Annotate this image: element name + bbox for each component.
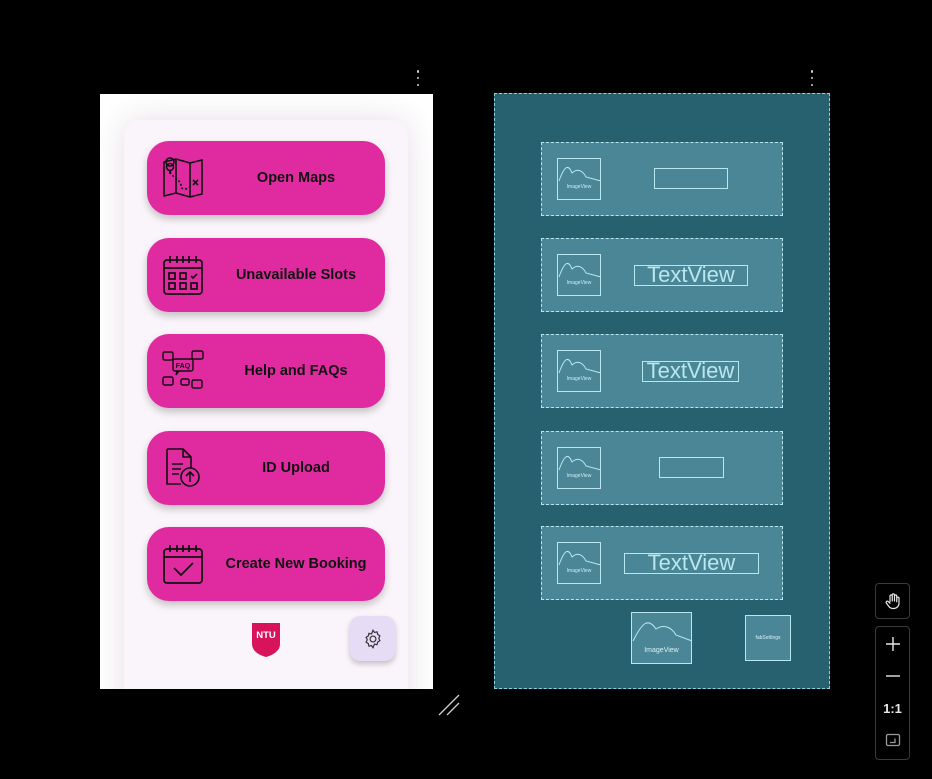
blueprint-fab-settings[interactable]: fabSettings [745, 615, 791, 661]
id-upload-button[interactable]: ID Upload [147, 431, 385, 505]
help-and-faqs-button[interactable]: FAQ Help and FAQs [147, 334, 385, 408]
imageview-label: ImageView [566, 184, 592, 190]
blueprint-row[interactable]: ImageView TextView [541, 334, 783, 408]
create-new-booking-button[interactable]: Create New Booking [147, 527, 385, 601]
resize-handle-icon[interactable] [438, 694, 460, 716]
image-placeholder-icon [558, 358, 602, 374]
imageview-label: ImageView [566, 280, 592, 286]
blueprint-row[interactable]: ImageView [541, 142, 783, 216]
imageview-label: ImageView [644, 647, 679, 654]
plus-icon [885, 637, 900, 651]
design-preview: Open Maps Unavailable Slots FAQ Help and… [100, 94, 433, 689]
pan-tool-box [875, 583, 910, 619]
image-placeholder-icon [632, 622, 693, 642]
blueprint-textview[interactable]: TextView [634, 265, 748, 286]
unavailable-slots-button[interactable]: Unavailable Slots [147, 238, 385, 312]
blueprint-imageview[interactable]: ImageView [557, 158, 602, 200]
document-upload-icon [166, 448, 200, 487]
calendar-grid-icon [163, 256, 203, 295]
zoom-in-button[interactable] [876, 628, 909, 660]
ntu-logo: NTU [252, 623, 280, 657]
blueprint-textview[interactable] [654, 168, 728, 189]
design-options-menu-icon[interactable] [413, 70, 423, 86]
help-and-faqs-label: Help and FAQs [244, 363, 348, 379]
logo-text: NTU [256, 630, 276, 641]
open-maps-label: Open Maps [256, 170, 336, 186]
blueprint-row[interactable]: ImageView TextView [541, 238, 783, 312]
zoom-out-button[interactable] [876, 660, 909, 692]
pan-button[interactable] [876, 584, 909, 618]
create-new-booking-label: Create New Booking [225, 556, 367, 572]
image-placeholder-icon [558, 550, 602, 566]
blueprint-imageview[interactable]: ImageView [557, 350, 602, 392]
image-placeholder-icon [558, 262, 602, 278]
imageview-label: ImageView [566, 568, 592, 574]
blueprint-imageview[interactable]: ImageView [557, 254, 602, 296]
image-placeholder-icon [558, 455, 602, 471]
unavailable-slots-label: Unavailable Slots [235, 267, 357, 283]
blueprint-textview[interactable]: TextView [642, 361, 739, 382]
blueprint-row[interactable]: ImageView [541, 431, 783, 505]
svg-text:FAQ: FAQ [176, 363, 191, 370]
imageview-label: ImageView [566, 376, 592, 382]
image-placeholder-icon [558, 166, 602, 182]
blueprint-textview[interactable] [659, 457, 724, 478]
open-maps-button[interactable]: Open Maps [147, 141, 385, 215]
minus-icon [885, 675, 900, 677]
hand-icon [885, 593, 900, 610]
blueprint-textview[interactable]: TextView [624, 553, 759, 574]
zoom-tool-box: 1:1 [875, 626, 910, 760]
blueprint-logo-imageview[interactable]: ImageView [631, 612, 693, 664]
fit-screen-icon [885, 733, 900, 747]
map-icon [163, 157, 203, 198]
calendar-check-icon [163, 545, 203, 584]
blueprint-row[interactable]: ImageView TextView [541, 526, 783, 600]
blueprint-options-menu-icon[interactable] [807, 70, 817, 86]
fab-label: fabSettings [755, 635, 781, 641]
blueprint-imageview[interactable]: ImageView [557, 447, 602, 489]
blueprint-imageview[interactable]: ImageView [557, 542, 602, 584]
gear-icon [364, 628, 381, 649]
blueprint-view: ImageView ImageView TextView ImageView T… [494, 93, 830, 689]
fit-screen-button[interactable] [876, 724, 909, 756]
id-upload-label: ID Upload [262, 460, 330, 476]
actual-size-button[interactable]: 1:1 [876, 692, 909, 724]
imageview-label: ImageView [566, 473, 592, 479]
settings-fab-button[interactable] [350, 616, 395, 661]
faq-chat-icon: FAQ [162, 350, 204, 389]
